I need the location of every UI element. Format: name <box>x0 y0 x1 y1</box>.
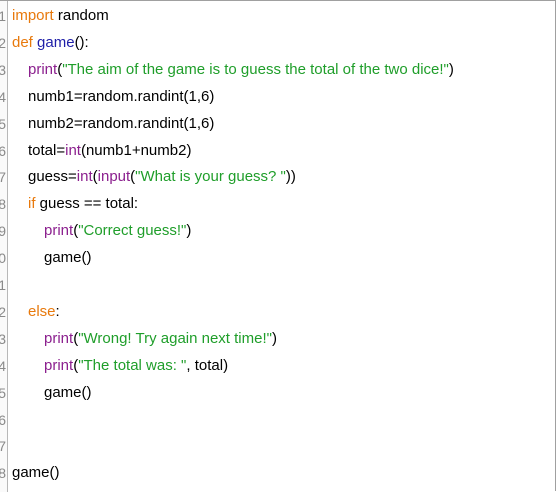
code-token: ) <box>271 329 277 347</box>
code-token: game <box>37 33 75 51</box>
code-token: if <box>28 195 36 213</box>
line-number: 1 <box>0 8 6 24</box>
code-token: random <box>53 7 109 24</box>
code-token: game() <box>12 464 60 482</box>
code-line: game() <box>12 464 60 482</box>
line-number: 12 <box>0 304 6 320</box>
code-line: print("The aim of the game is to guess t… <box>28 61 454 79</box>
code-token: int <box>65 141 81 159</box>
line-number: 8 <box>0 196 6 212</box>
code-line: if guess == total: <box>28 195 138 213</box>
line-number: 7 <box>0 169 6 185</box>
line-number: 13 <box>0 331 6 347</box>
code-token: "Wrong! Try again next time!" <box>78 329 272 347</box>
code-token: def <box>12 33 33 51</box>
line-number: 18 <box>0 465 6 481</box>
line-number: 9 <box>0 223 6 239</box>
code-line: numb1=random.randint(1,6) <box>28 88 214 106</box>
code-line: total=int(numb1+numb2) <box>28 142 191 160</box>
code-token: guess= <box>28 168 77 186</box>
code-token: int <box>76 168 93 186</box>
code-token: print <box>28 60 58 78</box>
code-token: (numb1+numb2) <box>80 141 192 159</box>
code-editor[interactable]: 123456789101112131415161718 import rando… <box>0 0 556 492</box>
code-token: game() <box>44 383 92 401</box>
code-token: game() <box>44 249 92 267</box>
line-number: 17 <box>0 438 6 454</box>
code-line: print("Correct guess!") <box>44 222 191 240</box>
code-line: import random <box>12 7 109 25</box>
code-line: guess=int(input("What is your guess? ")) <box>28 168 296 186</box>
code-token: input <box>97 168 131 186</box>
line-number: 16 <box>0 412 6 428</box>
line-number: 3 <box>0 62 6 78</box>
code-line: def game(): <box>12 34 89 52</box>
code-token: print <box>44 222 74 240</box>
line-number: 5 <box>0 116 6 132</box>
code-token: "Correct guess!" <box>78 222 187 240</box>
line-number: 14 <box>0 358 6 374</box>
line-number: 2 <box>0 35 6 51</box>
code-token: "The aim of the game is to guess the tot… <box>62 60 449 78</box>
code-token: numb1=random.randint(1,6) <box>28 87 215 105</box>
code-token: ) <box>448 60 454 78</box>
code-line: print("Wrong! Try again next time!") <box>44 330 277 348</box>
code-token: numb2=random.randint(1,6) <box>28 114 215 132</box>
line-number-gutter: 123456789101112131415161718 <box>0 1 8 492</box>
line-number: 10 <box>0 250 6 266</box>
code-token: , total) <box>186 356 229 374</box>
code-token: total= <box>28 141 66 159</box>
code-line: numb2=random.randint(1,6) <box>28 115 214 133</box>
code-token: guess == total: <box>35 195 139 213</box>
code-token: )) <box>285 168 296 186</box>
code-token: print <box>44 329 74 347</box>
code-token: import <box>12 7 54 24</box>
line-number: 11 <box>0 277 6 293</box>
line-number: 15 <box>0 385 6 401</box>
line-number: 4 <box>0 89 6 105</box>
code-token: (): <box>74 33 89 51</box>
code-token: ) <box>186 222 192 240</box>
code-line: game() <box>44 384 92 402</box>
code-token: "The total was: " <box>78 356 187 374</box>
line-number: 6 <box>0 143 6 159</box>
code-token: print <box>44 356 74 374</box>
code-line: print("The total was: ", total) <box>44 357 228 375</box>
code-line: else: <box>28 303 60 321</box>
code-token: else <box>28 302 56 320</box>
code-token: "What is your guess? " <box>135 168 286 186</box>
code-token: : <box>55 302 60 320</box>
code-line: game() <box>44 249 92 267</box>
